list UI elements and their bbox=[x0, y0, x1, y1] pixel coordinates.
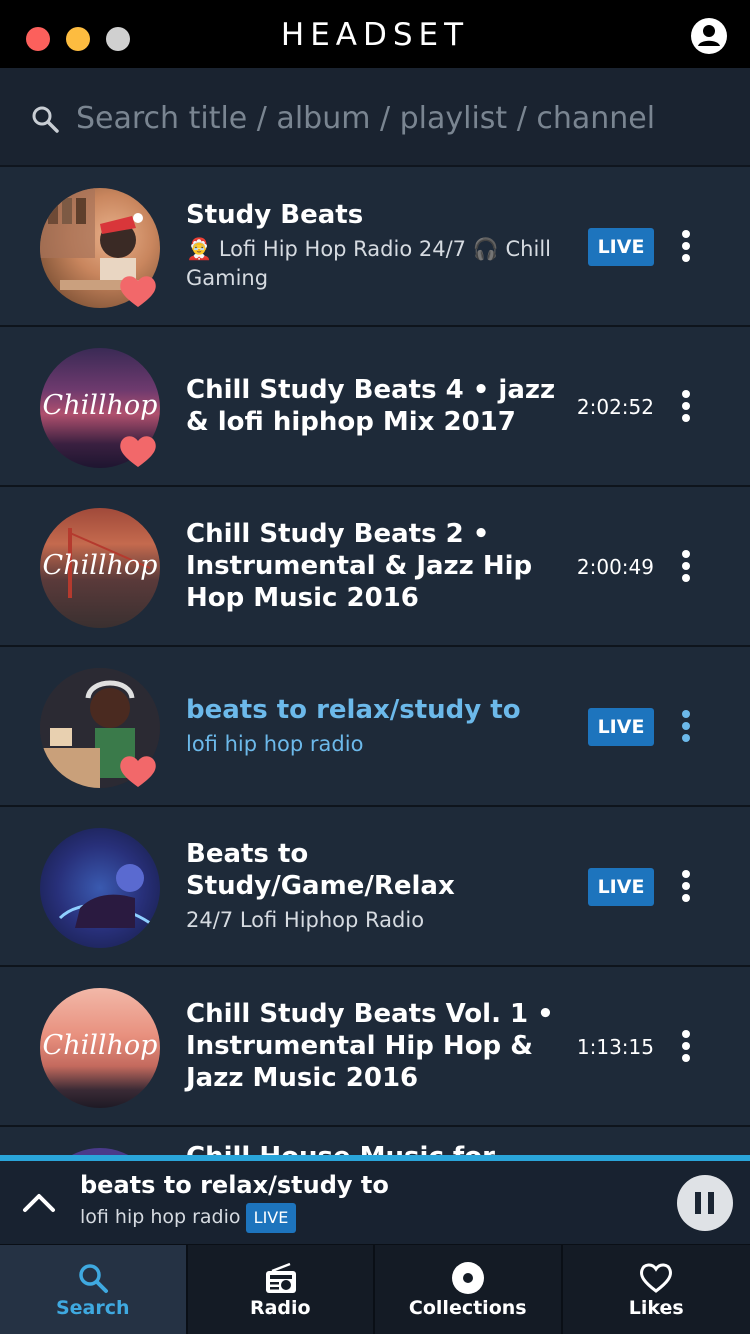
tab-label: Likes bbox=[628, 1297, 684, 1319]
more-options-icon[interactable] bbox=[676, 550, 696, 584]
row-text: Chill Study Beats Vol. 1 • Instrumental … bbox=[186, 967, 566, 1125]
row-text: beats to relax/study to lofi hip hop rad… bbox=[186, 647, 566, 805]
thumbnail-art bbox=[58, 864, 151, 928]
thumbnail-logo-text: Chillhop bbox=[42, 390, 158, 421]
now-playing-live-badge: LIVE bbox=[246, 1203, 296, 1233]
now-playing-title: beats to relax/study to bbox=[80, 1171, 389, 1199]
search-icon bbox=[79, 1264, 108, 1293]
duration: 1:13:15 bbox=[576, 1035, 654, 1059]
pause-button[interactable] bbox=[677, 1175, 733, 1231]
tab-label: Radio bbox=[249, 1297, 311, 1319]
list-item[interactable]: Chillhop Chill Study Beats Vol. 1 • Inst… bbox=[0, 967, 750, 1127]
thumbnail bbox=[40, 828, 160, 948]
row-text: Chill House Music for bbox=[186, 1141, 566, 1155]
radio-icon bbox=[265, 1262, 296, 1293]
account-icon[interactable] bbox=[690, 17, 728, 55]
more-options-icon[interactable] bbox=[676, 390, 696, 424]
list-item[interactable]: Chillhop Chill Study Beats 2 • Instrumen… bbox=[0, 487, 750, 647]
row-title: Chill Study Beats Vol. 1 • Instrumental … bbox=[186, 999, 554, 1093]
tab-bar: Search Radio Collections Likes bbox=[0, 1245, 750, 1334]
tab-radio[interactable]: Radio bbox=[188, 1245, 375, 1334]
more-options-icon[interactable] bbox=[676, 870, 696, 904]
search-icon bbox=[32, 106, 59, 133]
row-title: Beats to Study/Game/Relax bbox=[186, 838, 455, 901]
row-title: Chill Study Beats 4 • jazz & lofi hiphop… bbox=[186, 375, 556, 437]
list-item[interactable]: beats to relax/study to lofi hip hop rad… bbox=[0, 647, 750, 807]
pause-icon bbox=[695, 1192, 701, 1214]
row-subtitle: 24/7 Lofi Hiphop Radio bbox=[186, 907, 425, 932]
app-logo: HEADSET bbox=[280, 17, 470, 53]
now-playing-subtitle: lofi hip hop radio bbox=[80, 1206, 241, 1228]
thumbnail-logo-text: Chillhop bbox=[42, 550, 158, 581]
row-text: Study Beats 🤶 Lofi Hip Hop Radio 24/7 🎧 … bbox=[186, 167, 566, 325]
duration: 2:02:52 bbox=[576, 395, 654, 419]
list-item[interactable]: Chill House Music for bbox=[0, 1127, 750, 1155]
tab-likes[interactable]: Likes bbox=[563, 1245, 750, 1334]
live-badge: LIVE bbox=[588, 708, 654, 746]
thumbnail: Chillhop bbox=[40, 508, 160, 628]
list-item[interactable]: Beats to Study/Game/Relax 24/7 Lofi Hiph… bbox=[0, 807, 750, 967]
thumbnail bbox=[40, 1148, 160, 1155]
row-title: Chill Study Beats 2 • Instrumental & Jaz… bbox=[186, 519, 533, 613]
title-bar: HEADSET bbox=[0, 0, 750, 68]
thumbnail: Chillhop bbox=[40, 988, 160, 1108]
row-text: Chill Study Beats 4 • jazz & lofi hiphop… bbox=[186, 327, 566, 485]
row-subtitle: lofi hip hop radio bbox=[186, 731, 364, 756]
list-item[interactable]: Study Beats 🤶 Lofi Hip Hop Radio 24/7 🎧 … bbox=[0, 167, 750, 327]
more-options-icon[interactable] bbox=[676, 1030, 696, 1064]
list-item[interactable]: Chillhop Chill Study Beats 4 • jazz & lo… bbox=[0, 327, 750, 487]
live-badge: LIVE bbox=[588, 868, 654, 906]
row-title: Study Beats bbox=[186, 200, 364, 230]
tab-label: Search bbox=[55, 1297, 130, 1319]
disc-icon bbox=[452, 1262, 484, 1294]
liked-heart-icon[interactable] bbox=[118, 433, 158, 469]
search-input[interactable] bbox=[76, 94, 716, 142]
liked-heart-icon[interactable] bbox=[118, 753, 158, 789]
row-title: beats to relax/study to bbox=[186, 694, 521, 725]
tab-search[interactable]: Search bbox=[0, 1245, 188, 1334]
row-subtitle: 🤶 Lofi Hip Hop Radio 24/7 🎧 Chill Gaming bbox=[186, 237, 551, 290]
chevron-up-icon[interactable] bbox=[20, 1183, 58, 1221]
tab-label: Collections bbox=[408, 1297, 527, 1319]
thumbnail-logo-text: Chillhop bbox=[42, 1030, 158, 1061]
results-list: Study Beats 🤶 Lofi Hip Hop Radio 24/7 🎧 … bbox=[0, 167, 750, 1155]
row-title: Chill House Music for bbox=[186, 1141, 566, 1155]
row-text: Chill Study Beats 2 • Instrumental & Jaz… bbox=[186, 487, 566, 645]
now-playing-bar: beats to relax/study to lofi hip hop rad… bbox=[0, 1161, 750, 1245]
more-options-icon[interactable] bbox=[676, 710, 696, 744]
tab-collections[interactable]: Collections bbox=[375, 1245, 563, 1334]
row-text: Beats to Study/Game/Relax 24/7 Lofi Hiph… bbox=[186, 807, 566, 965]
live-badge: LIVE bbox=[588, 228, 654, 266]
duration: 2:00:49 bbox=[576, 555, 654, 579]
more-options-icon[interactable] bbox=[676, 230, 696, 264]
liked-heart-icon[interactable] bbox=[118, 273, 158, 309]
heart-outline-icon bbox=[639, 1263, 672, 1293]
search-bar bbox=[0, 68, 750, 167]
